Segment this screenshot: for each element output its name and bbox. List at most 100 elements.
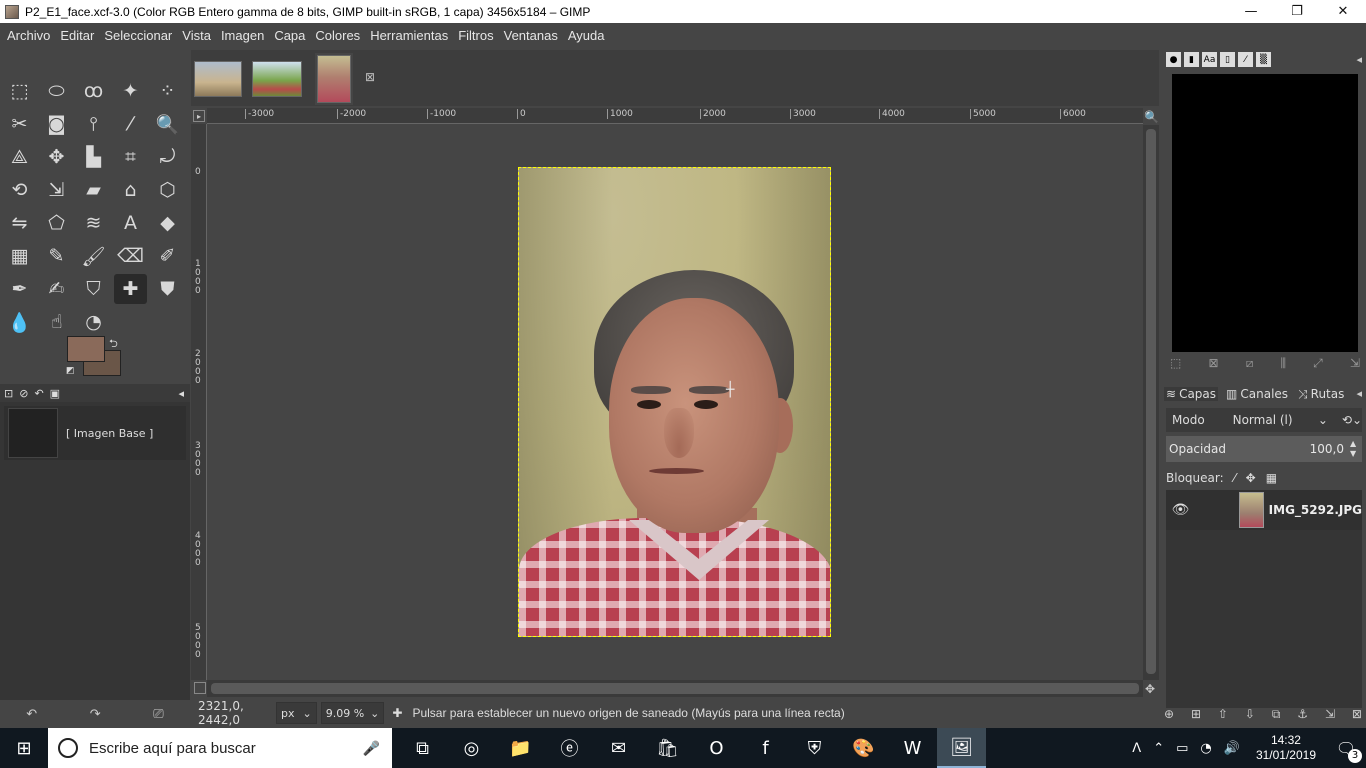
store-icon[interactable]: 🛍 [643,728,692,768]
vertical-ruler[interactable]: 0 1000 2000 3000 4000 5000 [191,124,207,680]
menu-item-capa[interactable]: Capa [269,28,310,43]
perspective-clone-tool-icon[interactable]: ⛊ [151,274,184,304]
lock-alpha-icon[interactable]: ▦ [1266,471,1277,485]
bucket-fill-tool-icon[interactable]: ◆ [151,208,184,238]
edit-icon[interactable]: ⧄ [1246,356,1254,371]
chrome-icon[interactable]: ◎ [447,728,496,768]
select-icon[interactable]: ⬚ [1170,356,1181,371]
clear-history-icon[interactable]: ⎚ [153,707,163,722]
smudge-tool-icon[interactable]: ☝ [40,307,73,337]
shear-tool-icon[interactable]: ▰ [77,175,110,205]
edge-icon[interactable]: ⓔ [545,728,594,768]
unified-transform-tool-icon[interactable]: ⤾ [151,142,184,172]
tool-options-tab-icon[interactable]: ⊡ [4,387,13,400]
zoom-tool-icon[interactable]: 🔍 [151,109,184,139]
rect-select-tool-icon[interactable]: ⬚ [3,76,36,106]
mail-icon[interactable]: ✉ [594,728,643,768]
blur-sharpen-tool-icon[interactable]: 💧 [3,307,36,337]
word-icon[interactable]: W [888,728,937,768]
layer-row[interactable]: 👁 IMG_5292.JPG [1166,490,1362,530]
image-tab-1[interactable] [194,53,242,105]
airbrush-tool-icon[interactable]: ✐ [151,241,184,271]
refresh-icon[interactable]: ⇲ [1350,356,1360,371]
menu-item-editar[interactable]: Editar [55,28,99,43]
paint-icon[interactable]: 🎨 [839,728,888,768]
eraser-tool-icon[interactable]: ⌫ [114,241,147,271]
menu-item-ayuda[interactable]: Ayuda [563,28,610,43]
raise-layer-icon[interactable]: ⇧ [1218,707,1228,721]
color-picker-tool-icon[interactable]: ⁄ [114,109,147,139]
duplicate-icon[interactable]: ⫼ [1280,356,1286,371]
opacity-slider[interactable]: Opacidad 100,0 ▲ ▼ [1166,436,1362,462]
undo-history-tab-icon[interactable]: ↶ [34,387,43,400]
ruler-corner-button[interactable]: ▸ [193,110,205,122]
battery-icon[interactable]: ▭ [1176,741,1188,756]
redo-icon[interactable]: ↷ [90,707,101,722]
crop-tool-icon[interactable]: ⌗ [114,142,147,172]
horizontal-ruler[interactable]: -3000 -2000 -1000 0 1000 2000 3000 4000 5000 6000 [207,108,1143,124]
defender-icon[interactable]: ⛨ [790,728,839,768]
microphone-icon[interactable]: 🎤 [363,740,380,757]
3d-transform-tool-icon[interactable]: ⬡ [151,175,184,205]
gimp-icon[interactable]: 🖼 [937,728,986,768]
zoom-image-icon[interactable]: 🔍 [1144,110,1159,124]
fg-bg-color-tab-icon[interactable]: ● [1166,52,1181,67]
ellipse-select-tool-icon[interactable]: ⬭ [40,76,73,106]
delete-layer-icon[interactable]: ⊠ [1352,707,1362,721]
portrait-photo[interactable] [518,167,831,637]
facebook-icon[interactable]: f [741,728,790,768]
tab-channels[interactable]: ▥ Canales [1224,387,1290,401]
zoom-select[interactable]: 9.09 % ⌄ [320,702,385,724]
duplicate-layer-icon[interactable]: ⧉ [1272,707,1281,722]
unit-select[interactable]: px ⌄ [276,702,317,724]
foreground-color-swatch[interactable] [67,336,105,362]
export-icon[interactable]: ⤢ [1313,356,1323,371]
lock-position-icon[interactable]: ✥ [1246,471,1256,485]
reset-colors-icon[interactable]: ◩ [66,366,75,376]
scissors-select-tool-icon[interactable]: ✂ [3,109,36,139]
maximize-button[interactable]: ❐ [1274,0,1320,23]
action-center-button[interactable]: 🗨 3 [1326,739,1366,763]
menu-item-herramientas[interactable]: Herramientas [365,28,453,43]
cage-transform-tool-icon[interactable]: ⬠ [40,208,73,238]
text-tool-icon[interactable]: A [114,208,147,238]
paths-tool-icon[interactable]: ⫯ [77,109,110,139]
patterns-tab-icon[interactable]: ▒ [1256,52,1271,67]
dodge-burn-tool-icon[interactable]: ◔ [77,307,110,337]
warp-transform-tool-icon[interactable]: ≋ [77,208,110,238]
new-layer-group-icon[interactable]: ⊞ [1191,707,1201,721]
taskbar-search[interactable]: Escribe aquí para buscar 🎤 [48,728,392,768]
scale-tool-icon[interactable]: ⇲ [40,175,73,205]
horizontal-scrollbar[interactable] [207,680,1143,697]
menu-item-colores[interactable]: Colores [310,28,365,43]
opera-icon[interactable]: O [692,728,741,768]
mypaint-brush-tool-icon[interactable]: ✍ [40,274,73,304]
swap-colors-icon[interactable]: ⮌ [109,335,118,354]
anchor-layer-icon[interactable]: ⚓ [1297,707,1308,721]
merge-layer-icon[interactable]: ⇲ [1325,707,1335,721]
eye-icon[interactable]: 👁 [1166,502,1195,518]
mode-switch-icon[interactable]: ⟲⌄ [1342,413,1362,427]
dock-config-icon[interactable]: ◂ [178,387,184,400]
fuzzy-select-tool-icon[interactable]: ✦ [114,76,147,106]
start-button[interactable]: ⊞ [0,728,48,768]
minimize-button[interactable]: — [1228,0,1274,23]
heal-tool-icon[interactable]: ✚ [114,274,147,304]
free-select-tool-icon[interactable]: ꝏ [77,76,110,106]
new-layer-icon[interactable]: ⊕ [1164,707,1174,721]
document-tab-icon[interactable]: ▯ [1220,52,1235,67]
perspective-tool-icon[interactable]: ⌂ [114,175,147,205]
menu-item-archivo[interactable]: Archivo [2,28,55,43]
ink-tool-icon[interactable]: ✒ [3,274,36,304]
menu-item-seleccionar[interactable]: Seleccionar [99,28,177,43]
dock-config-icon[interactable]: ◂ [1356,387,1362,400]
align-tool-icon[interactable]: ▙ [77,142,110,172]
dock-config-icon[interactable]: ◂ [1356,53,1362,66]
vertical-scrollbar[interactable] [1143,125,1159,680]
image-tab-3-active[interactable] [315,53,353,105]
clone-tool-icon[interactable]: ⛉ [77,274,110,304]
measure-tool-icon[interactable]: ⟁ [3,142,36,172]
close-tab-icon[interactable]: ⊠ [365,70,375,84]
tab-layers[interactable]: ≋ Capas [1164,387,1219,401]
lock-pixels-icon[interactable]: ⁄ [1234,471,1236,485]
